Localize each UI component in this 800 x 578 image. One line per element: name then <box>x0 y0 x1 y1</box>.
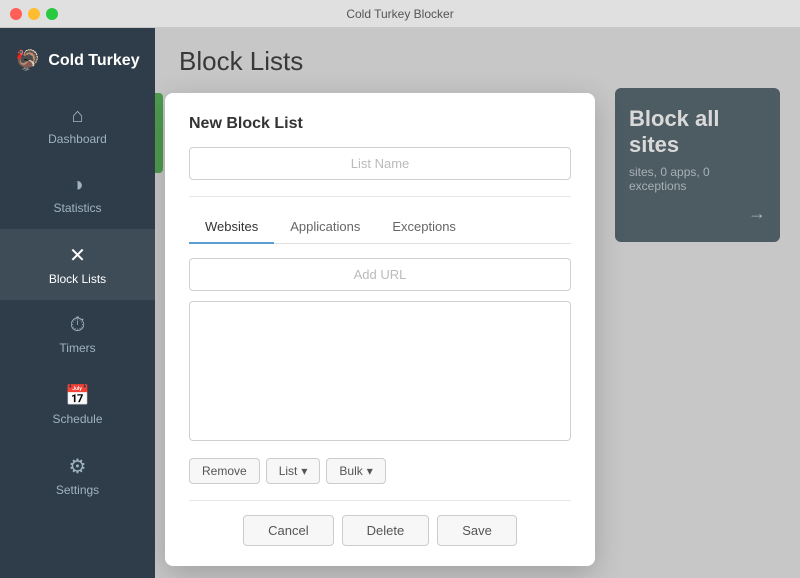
sidebar-item-dashboard[interactable]: ⌂ Dashboard <box>0 91 155 160</box>
dialog-title: New Block List <box>189 115 571 133</box>
maximize-button[interactable] <box>46 8 58 20</box>
list-label: List <box>279 464 298 478</box>
settings-icon: ⚙ <box>69 454 87 479</box>
timers-icon: ⏱ <box>70 314 86 337</box>
tab-exceptions[interactable]: Exceptions <box>376 211 472 244</box>
tab-applications[interactable]: Applications <box>274 211 376 244</box>
minimize-button[interactable] <box>28 8 40 20</box>
statistics-icon: ◑ <box>71 174 83 197</box>
action-row: Remove List ▾ Bulk ▾ <box>189 458 571 484</box>
add-url-input[interactable] <box>189 258 571 291</box>
url-list-textarea[interactable] <box>189 301 571 441</box>
sidebar-item-statistics[interactable]: ◑ Statistics <box>0 160 155 229</box>
brand-icon: 🦃 <box>15 48 40 73</box>
titlebar-buttons <box>10 8 58 20</box>
brand-name: Cold Turkey <box>48 52 139 70</box>
block-lists-icon: ✕ <box>69 243 86 268</box>
cancel-button[interactable]: Cancel <box>243 515 333 546</box>
sidebar-label-settings: Settings <box>56 483 99 497</box>
dialog-divider-2 <box>189 500 571 501</box>
close-button[interactable] <box>10 8 22 20</box>
sidebar-item-settings[interactable]: ⚙ Settings <box>0 440 155 511</box>
sidebar-brand: 🦃 Cold Turkey <box>15 38 139 91</box>
new-block-list-dialog: New Block List Websites Applications Exc… <box>165 93 595 566</box>
dialog-divider-1 <box>189 196 571 197</box>
sidebar-item-timers[interactable]: ⏱ Timers <box>0 300 155 369</box>
delete-button[interactable]: Delete <box>342 515 430 546</box>
sidebar-item-block-lists[interactable]: ✕ Block Lists <box>0 229 155 300</box>
dialog-tabs: Websites Applications Exceptions <box>189 211 571 244</box>
footer-row: Cancel Delete Save <box>189 515 571 546</box>
window-title: Cold Turkey Blocker <box>346 7 453 21</box>
sidebar-label-dashboard: Dashboard <box>48 132 107 146</box>
list-chevron-icon: ▾ <box>301 464 307 478</box>
schedule-icon: 📅 <box>65 383 90 408</box>
app-layout: 🦃 Cold Turkey ⌂ Dashboard ◑ Statistics ✕… <box>0 28 800 578</box>
titlebar: Cold Turkey Blocker <box>0 0 800 28</box>
sidebar-label-schedule: Schedule <box>52 412 102 426</box>
bulk-chevron-icon: ▾ <box>367 464 373 478</box>
sidebar-label-block-lists: Block Lists <box>49 272 106 286</box>
list-name-input[interactable] <box>189 147 571 180</box>
list-button[interactable]: List ▾ <box>266 458 321 484</box>
sidebar-label-statistics: Statistics <box>53 201 101 215</box>
remove-button[interactable]: Remove <box>189 458 260 484</box>
sidebar: 🦃 Cold Turkey ⌂ Dashboard ◑ Statistics ✕… <box>0 28 155 578</box>
home-icon: ⌂ <box>71 105 83 128</box>
main-content: Block Lists Block all sites sites, 0 app… <box>155 28 800 578</box>
tab-websites[interactable]: Websites <box>189 211 274 244</box>
sidebar-label-timers: Timers <box>59 341 95 355</box>
bulk-label: Bulk <box>339 464 362 478</box>
bulk-button[interactable]: Bulk ▾ <box>326 458 385 484</box>
sidebar-item-schedule[interactable]: 📅 Schedule <box>0 369 155 440</box>
remove-label: Remove <box>202 464 247 478</box>
save-button[interactable]: Save <box>437 515 517 546</box>
sidebar-nav: ⌂ Dashboard ◑ Statistics ✕ Block Lists ⏱… <box>0 91 155 511</box>
dialog-backdrop: New Block List Websites Applications Exc… <box>155 28 800 578</box>
